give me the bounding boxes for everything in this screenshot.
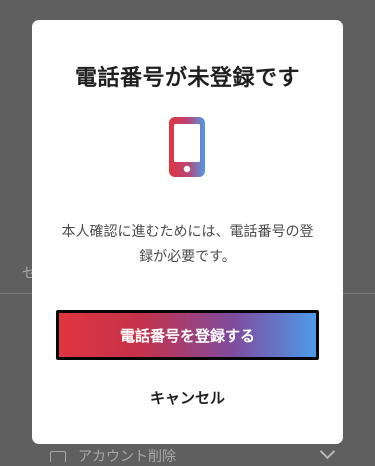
cancel-button[interactable]: キャンセル xyxy=(56,382,319,412)
phone-registration-modal: 電話番号が未登録です 本人確認に進むためには、電話番号の登録が必要です。 電話番… xyxy=(32,20,343,444)
trash-icon xyxy=(50,450,66,462)
modal-message: 本人確認に進むためには、電話番号の登録が必要です。 xyxy=(61,224,314,265)
modal-title: 電話番号が未登録です xyxy=(74,66,300,91)
smartphone-icon xyxy=(169,117,205,177)
chevron-right-icon xyxy=(319,443,336,460)
background-account-delete-label: アカウント削除 xyxy=(78,449,176,465)
register-phone-button[interactable]: 電話番号を登録する xyxy=(56,310,319,360)
background-account-delete-row: アカウント削除 xyxy=(50,446,176,466)
